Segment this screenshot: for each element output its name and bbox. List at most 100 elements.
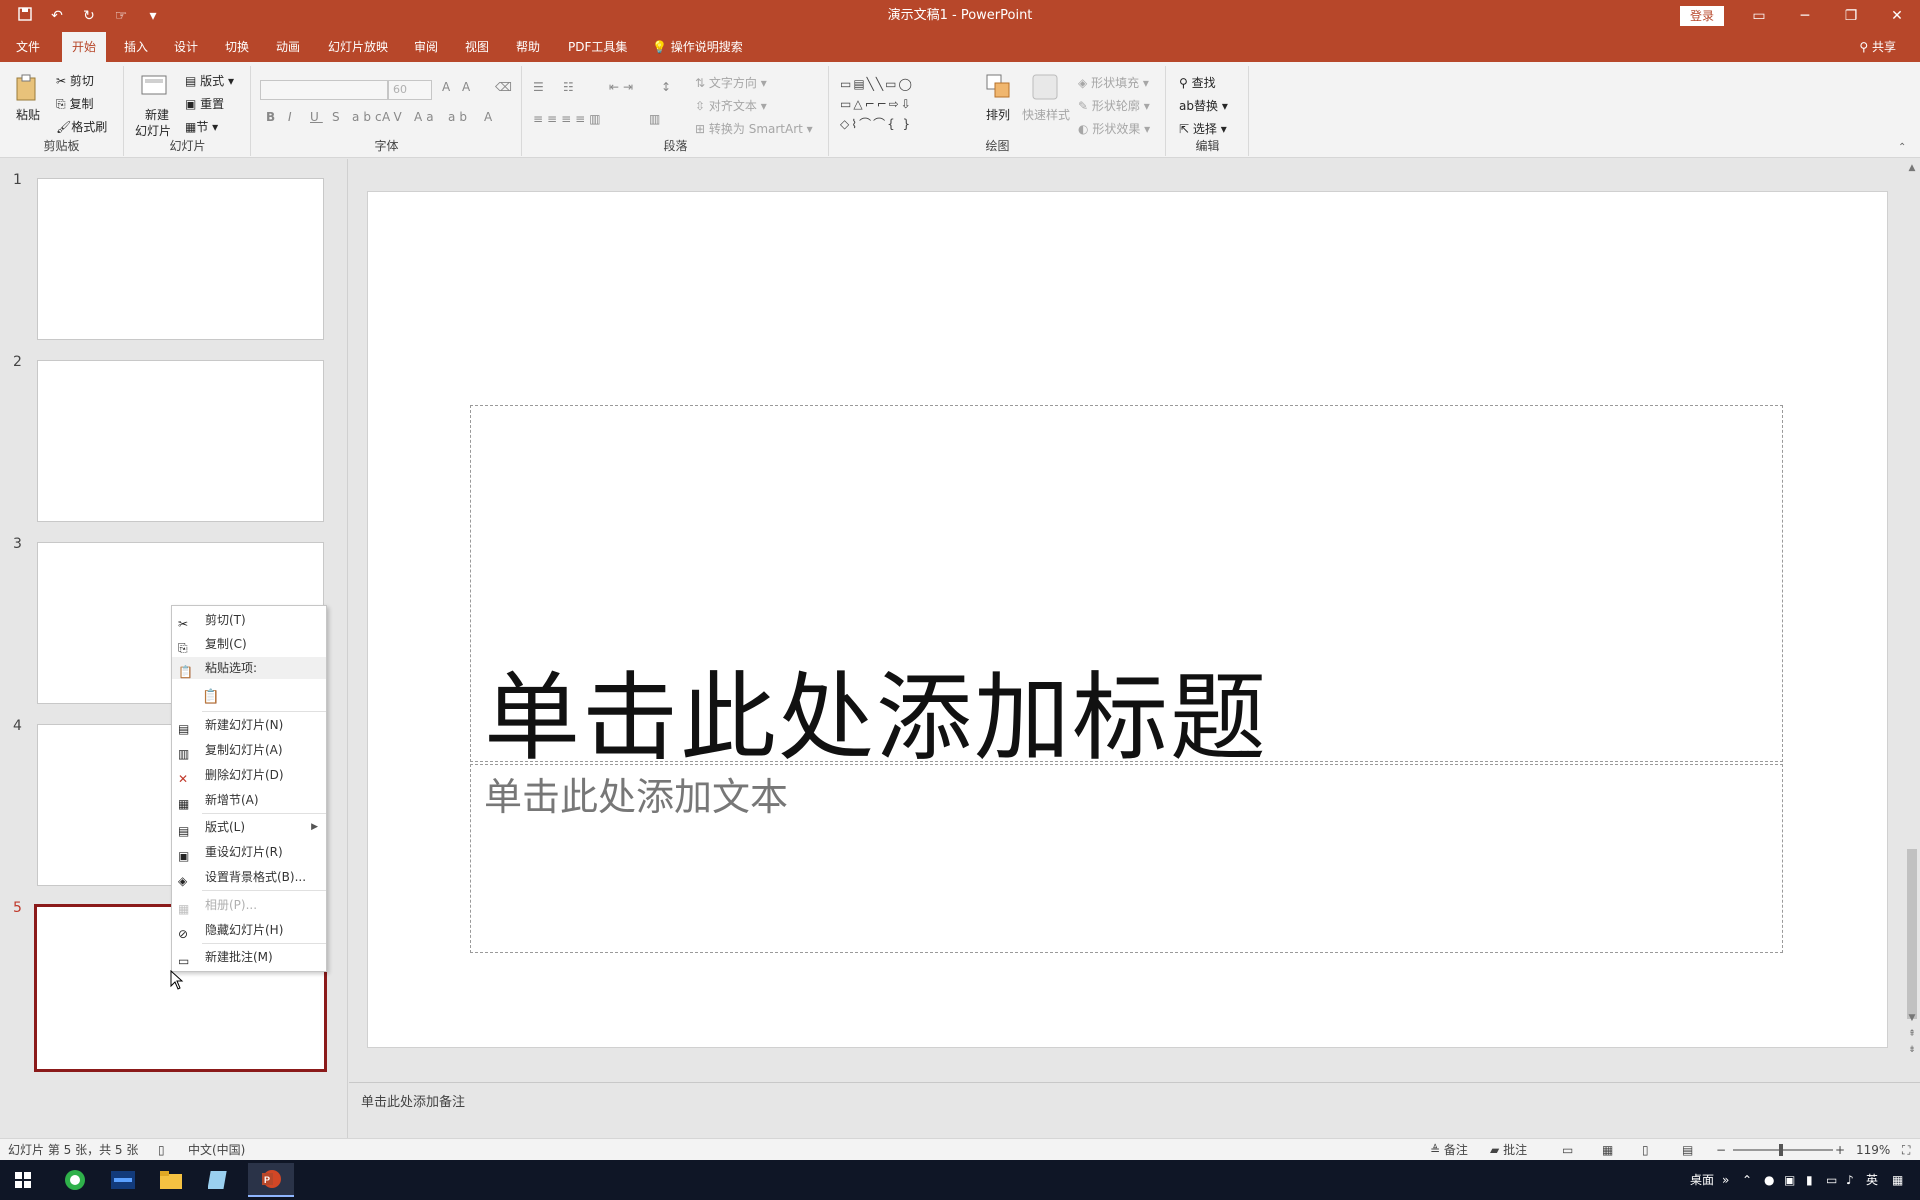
convert-smartart-button[interactable]: ⊞ 转换为 SmartArt ▾ <box>695 120 813 137</box>
spellcheck-icon[interactable]: ▯ <box>158 1139 165 1161</box>
normal-view-icon[interactable]: ▭ <box>1562 1139 1573 1161</box>
body-placeholder-text[interactable]: 单击此处添加文本 <box>484 766 788 821</box>
menu-item-cut[interactable]: ✂ 剪切(T) <box>172 609 326 631</box>
tray-overflow-icon[interactable]: ⌃ <box>1742 1160 1752 1200</box>
strikethrough-icon[interactable]: abc <box>352 110 386 124</box>
zoom-out-icon[interactable]: − <box>1716 1139 1726 1161</box>
previous-slide-icon[interactable]: ⇞ <box>1904 1029 1920 1039</box>
scroll-up-icon[interactable]: ▲ <box>1904 163 1920 173</box>
input-method-grid-icon[interactable]: ▦ <box>1892 1160 1903 1200</box>
tab-view[interactable]: 视图 <box>455 32 499 62</box>
network-icon[interactable]: ▭ <box>1826 1160 1837 1200</box>
tab-file[interactable]: 文件 <box>6 32 50 62</box>
tab-pdf-tools[interactable]: PDF工具集 <box>558 32 637 62</box>
tab-review[interactable]: 审阅 <box>404 32 448 62</box>
paste-icon[interactable] <box>12 72 42 102</box>
reset-button[interactable]: ▣ 重置 <box>185 95 224 112</box>
app-icon-blue[interactable] <box>100 1163 146 1197</box>
cut-button[interactable]: ✂ 剪切 <box>56 72 94 89</box>
collapse-ribbon-icon[interactable]: ⌃ <box>1898 142 1906 153</box>
align-text-button[interactable]: ⇳ 对齐文本 ▾ <box>695 97 767 114</box>
minimize-icon[interactable]: ─ <box>1782 0 1828 32</box>
notes-placeholder[interactable]: 单击此处添加备注 <box>361 1091 465 1110</box>
paste-keep-text-only-button[interactable]: 📋 <box>172 681 326 709</box>
tray-clipboard-icon[interactable]: ▣ <box>1784 1160 1795 1200</box>
powerpoint-app-icon[interactable]: P <box>248 1163 294 1197</box>
microphone-icon[interactable]: ♪ <box>1846 1160 1854 1200</box>
font-color-icon[interactable]: A <box>484 110 496 124</box>
notes-pane[interactable]: 单击此处添加备注 <box>349 1082 1920 1138</box>
desktop-toolbar[interactable]: 桌面 <box>1690 1160 1714 1200</box>
arrange-icon[interactable] <box>984 72 1014 102</box>
notes-toggle[interactable]: ≜ 备注 <box>1430 1139 1468 1161</box>
italic-icon[interactable]: I <box>288 110 296 124</box>
tab-animations[interactable]: 动画 <box>266 32 310 62</box>
shapes-gallery[interactable]: ▭▤╲╲▭◯ ▭△⌐⌐⇨⇩ ◇⌇⌒⌒{ } <box>840 74 960 134</box>
line-spacing-icon[interactable]: ↕ <box>661 80 675 94</box>
menu-item-format-background[interactable]: ◈ 设置背景格式(B)... <box>172 866 326 888</box>
copy-button[interactable]: ⎘ 复制 <box>56 95 93 112</box>
replace-button[interactable]: ab替换 ▾ <box>1179 97 1228 114</box>
reading-view-icon[interactable]: ▯ <box>1642 1139 1649 1161</box>
menu-item-reset-slide[interactable]: ▣ 重设幻灯片(R) <box>172 841 326 863</box>
paste-button[interactable]: 粘贴 <box>16 106 40 123</box>
arrange-button[interactable]: 排列 <box>986 106 1010 123</box>
clear-format-icon[interactable]: ⌫ <box>495 80 516 94</box>
share-button[interactable]: ⚲ 共享 <box>1859 32 1896 62</box>
slide-thumbnail-2[interactable] <box>37 360 324 522</box>
menu-item-new-slide[interactable]: ▤ 新建幻灯片(N) <box>172 714 326 736</box>
select-button[interactable]: ⇱ 选择 ▾ <box>1179 120 1227 137</box>
slideshow-icon[interactable]: ▤ <box>1682 1139 1693 1161</box>
shape-outline-button[interactable]: ✎ 形状轮廓 ▾ <box>1078 97 1150 114</box>
format-painter-button[interactable]: 🖌格式刷 <box>56 118 107 135</box>
file-explorer-icon[interactable] <box>148 1163 194 1197</box>
new-slide-label-1[interactable]: 新建 <box>145 106 169 123</box>
menu-item-copy[interactable]: ⎘ 复制(C) <box>172 633 326 655</box>
scroll-down-icon[interactable]: ▼ <box>1904 1013 1920 1023</box>
language-indicator[interactable]: 中文(中国) <box>188 1139 245 1161</box>
bullets-icon[interactable]: ☰ <box>533 80 548 94</box>
notes-app-icon[interactable] <box>196 1163 242 1197</box>
menu-item-duplicate-slide[interactable]: ▥ 复制幻灯片(A) <box>172 739 326 761</box>
tell-me-search[interactable]: 💡 操作说明搜索 <box>652 32 743 62</box>
quick-styles-icon[interactable] <box>1030 72 1060 102</box>
underline-icon[interactable]: U <box>310 110 323 124</box>
shape-effects-button[interactable]: ◐ 形状效果 ▾ <box>1078 120 1150 137</box>
numbering-icon[interactable]: ☷ <box>563 80 578 94</box>
find-button[interactable]: ⚲ 查找 <box>1179 74 1216 91</box>
zoom-level[interactable]: 119% <box>1856 1139 1890 1161</box>
vertical-scrollbar[interactable]: ▲ ▼ ⇞ ⇟ <box>1904 159 1920 1059</box>
ribbon-display-options-icon[interactable]: ▭ <box>1736 0 1782 32</box>
tab-help[interactable]: 帮助 <box>506 32 550 62</box>
change-case-icon[interactable]: Aa <box>414 110 438 124</box>
input-method-indicator[interactable]: 英 <box>1866 1160 1878 1200</box>
new-slide-icon[interactable] <box>139 72 169 102</box>
menu-item-hide-slide[interactable]: ⊘ 隐藏幻灯片(H) <box>172 919 326 941</box>
windows-start-icon[interactable] <box>0 1163 46 1197</box>
indent-icons[interactable]: ⇤⇥ <box>609 80 637 94</box>
tab-slideshow[interactable]: 幻灯片放映 <box>318 32 398 62</box>
signin-button[interactable]: 登录 <box>1680 6 1724 26</box>
tab-insert[interactable]: 插入 <box>114 32 158 62</box>
bold-icon[interactable]: B <box>266 110 279 124</box>
align-icons[interactable]: ≡≡≡≡▥ <box>533 112 605 126</box>
next-slide-icon[interactable]: ⇟ <box>1904 1045 1920 1055</box>
title-placeholder-text[interactable]: 单击此处添加标题 <box>484 640 1268 779</box>
scrollbar-thumb[interactable] <box>1907 849 1917 1019</box>
shape-fill-button[interactable]: ◈ 形状填充 ▾ <box>1078 74 1149 91</box>
columns-icon[interactable]: ▥ <box>649 112 664 126</box>
menu-item-layout[interactable]: ▤ 版式(L) ▶ <box>172 816 326 838</box>
font-name-combo[interactable] <box>260 80 388 100</box>
toolbar-expand-icon[interactable]: » <box>1722 1160 1729 1200</box>
slide-thumbnail-1[interactable] <box>37 178 324 340</box>
tray-battery-icon[interactable]: ▮ <box>1806 1160 1813 1200</box>
tab-home[interactable]: 开始 <box>62 32 107 62</box>
comments-toggle[interactable]: ▰ 批注 <box>1490 1139 1527 1161</box>
tab-design[interactable]: 设计 <box>164 32 208 62</box>
tray-green-app-icon[interactable]: ● <box>1764 1160 1774 1200</box>
close-icon[interactable]: ✕ <box>1874 0 1920 32</box>
char-spacing-icon[interactable]: AV <box>382 110 406 124</box>
zoom-in-icon[interactable]: + <box>1835 1139 1845 1161</box>
shadow-icon[interactable]: S <box>332 110 344 124</box>
font-grow-shrink-icons[interactable]: A A <box>442 80 474 94</box>
